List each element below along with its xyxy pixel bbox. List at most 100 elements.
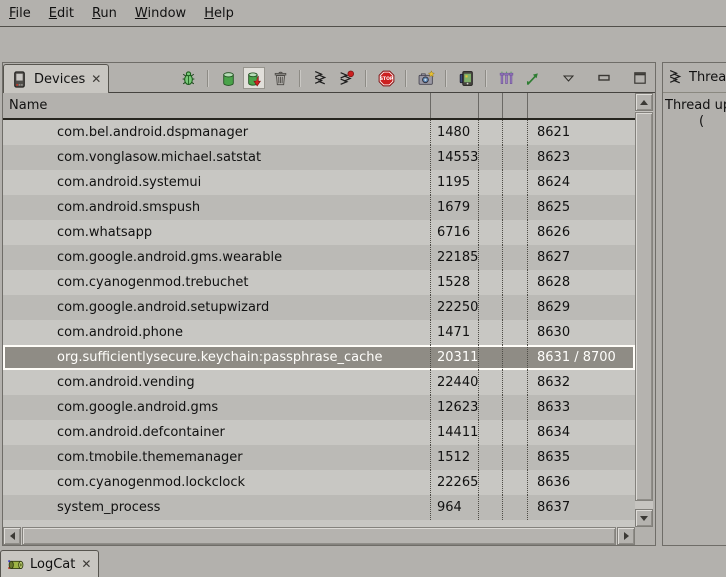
start-method-profiling-icon[interactable] bbox=[336, 68, 356, 88]
horizontal-scrollbar-thumb[interactable] bbox=[22, 527, 616, 545]
empty-cell bbox=[502, 220, 527, 245]
scroll-right-button[interactable] bbox=[617, 527, 635, 545]
table-row[interactable]: com.cyanogenmod.lockclock 22265 8636 bbox=[3, 470, 635, 495]
empty-cell bbox=[478, 220, 502, 245]
empty-cell bbox=[478, 370, 502, 395]
table-row[interactable]: com.android.defcontainer 14411 8634 bbox=[3, 420, 635, 445]
table-row[interactable]: com.vonglasow.michael.satstat 14553 8623 bbox=[3, 145, 635, 170]
view-menu-icon[interactable] bbox=[558, 68, 578, 88]
tab-devices-close-icon[interactable]: ✕ bbox=[91, 72, 101, 86]
menu-file[interactable]: File bbox=[0, 6, 40, 21]
empty-cell bbox=[502, 470, 527, 495]
client-pid: 1195 bbox=[430, 170, 478, 195]
threads-view: Threads Thread up ( bbox=[662, 62, 726, 546]
menu-help[interactable]: Help bbox=[195, 6, 243, 21]
column-header-name[interactable]: Name bbox=[9, 93, 47, 118]
minimize-icon[interactable] bbox=[594, 68, 614, 88]
table-row[interactable]: com.android.vending 22440 8632 bbox=[3, 370, 635, 395]
devices-toolbar: STOP bbox=[175, 67, 653, 89]
toolbar-separator bbox=[485, 70, 487, 87]
table-row[interactable]: com.google.android.setupwizard 22250 862… bbox=[3, 295, 635, 320]
scroll-left-button[interactable] bbox=[3, 527, 21, 545]
empty-cell bbox=[502, 295, 527, 320]
device-phone-icon bbox=[11, 71, 28, 88]
menu-window[interactable]: Window bbox=[126, 6, 195, 21]
client-pid: 14411 bbox=[430, 420, 478, 445]
empty-cell bbox=[502, 420, 527, 445]
client-port: 8625 bbox=[527, 195, 635, 220]
client-port: 8621 bbox=[527, 120, 635, 145]
tab-logcat[interactable]: LogCat ✕ bbox=[0, 550, 99, 577]
table-row[interactable]: com.android.phone 1471 8630 bbox=[3, 320, 635, 345]
table-row[interactable]: com.google.android.gms 12623 8633 bbox=[3, 395, 635, 420]
threads-icon bbox=[667, 69, 684, 86]
empty-cell bbox=[478, 495, 502, 520]
client-pid: 14553 bbox=[430, 145, 478, 170]
client-name: com.bel.android.dspmanager bbox=[3, 120, 430, 145]
sysinfo-arrow-icon[interactable] bbox=[522, 68, 542, 88]
client-name: com.android.phone bbox=[3, 320, 430, 345]
table-row[interactable]: com.android.smspush 1679 8625 bbox=[3, 195, 635, 220]
client-pid: 1528 bbox=[430, 270, 478, 295]
client-pid: 1512 bbox=[430, 445, 478, 470]
empty-cell bbox=[478, 295, 502, 320]
empty-cell bbox=[478, 320, 502, 345]
menu-edit[interactable]: Edit bbox=[40, 6, 83, 21]
table-row[interactable]: org.sufficientlysecure.keychain:passphra… bbox=[3, 345, 635, 370]
screen-capture-icon[interactable] bbox=[416, 68, 436, 88]
toolbar-separator bbox=[207, 70, 209, 87]
stop-process-icon[interactable]: STOP bbox=[376, 68, 396, 88]
client-port: 8637 bbox=[527, 495, 635, 520]
horizontal-scrollbar[interactable] bbox=[3, 527, 635, 545]
tab-threads-label[interactable]: Threads bbox=[689, 70, 726, 85]
client-port: 8630 bbox=[527, 320, 635, 345]
update-heap-icon[interactable] bbox=[218, 68, 238, 88]
column-divider[interactable] bbox=[502, 93, 503, 118]
empty-cell bbox=[478, 245, 502, 270]
empty-cell bbox=[502, 320, 527, 345]
client-pid: 1679 bbox=[430, 195, 478, 220]
maximize-icon[interactable] bbox=[630, 68, 650, 88]
debug-attach-icon[interactable] bbox=[178, 68, 198, 88]
threads-message-line1: Thread up bbox=[665, 98, 726, 113]
scroll-up-button[interactable] bbox=[635, 93, 653, 111]
empty-cell bbox=[478, 445, 502, 470]
cause-gc-icon[interactable] bbox=[270, 68, 290, 88]
vertical-scrollbar-thumb[interactable] bbox=[635, 112, 653, 501]
threads-message-line2: ( bbox=[699, 114, 704, 129]
vertical-scrollbar[interactable] bbox=[635, 93, 653, 527]
client-port: 8632 bbox=[527, 370, 635, 395]
column-divider[interactable] bbox=[430, 93, 431, 118]
table-row[interactable]: com.tmobile.thememanager 1512 8635 bbox=[3, 445, 635, 470]
table-row[interactable]: com.bel.android.dspmanager 1480 8621 bbox=[3, 120, 635, 145]
table-header: Name bbox=[3, 93, 635, 120]
table-row[interactable]: com.cyanogenmod.trebuchet 1528 8628 bbox=[3, 270, 635, 295]
column-divider[interactable] bbox=[527, 93, 528, 118]
screen-record-icon[interactable] bbox=[456, 68, 476, 88]
hierarchy-columns-icon[interactable] bbox=[496, 68, 516, 88]
empty-cell bbox=[478, 420, 502, 445]
empty-cell bbox=[502, 445, 527, 470]
table-row[interactable]: com.whatsapp 6716 8626 bbox=[3, 220, 635, 245]
empty-cell bbox=[478, 270, 502, 295]
empty-cell bbox=[502, 195, 527, 220]
menu-run[interactable]: Run bbox=[83, 6, 126, 21]
table-row[interactable]: com.android.systemui 1195 8624 bbox=[3, 170, 635, 195]
client-pid: 22440 bbox=[430, 370, 478, 395]
tab-devices[interactable]: Devices ✕ bbox=[3, 64, 109, 93]
update-threads-icon[interactable] bbox=[310, 68, 330, 88]
empty-cell bbox=[502, 370, 527, 395]
empty-cell bbox=[478, 120, 502, 145]
empty-cell bbox=[478, 195, 502, 220]
client-port: 8629 bbox=[527, 295, 635, 320]
client-port: 8626 bbox=[527, 220, 635, 245]
column-divider[interactable] bbox=[478, 93, 479, 118]
table-row[interactable]: system_process 964 8637 bbox=[3, 495, 635, 520]
scroll-down-button[interactable] bbox=[635, 509, 653, 527]
client-port: 8636 bbox=[527, 470, 635, 495]
table-row[interactable]: com.google.android.gms.wearable 22185 86… bbox=[3, 245, 635, 270]
dump-hprof-icon[interactable] bbox=[244, 68, 264, 88]
client-name: com.android.defcontainer bbox=[3, 420, 430, 445]
tab-logcat-close-icon[interactable]: ✕ bbox=[81, 557, 91, 571]
toolbar-separator bbox=[299, 70, 301, 87]
